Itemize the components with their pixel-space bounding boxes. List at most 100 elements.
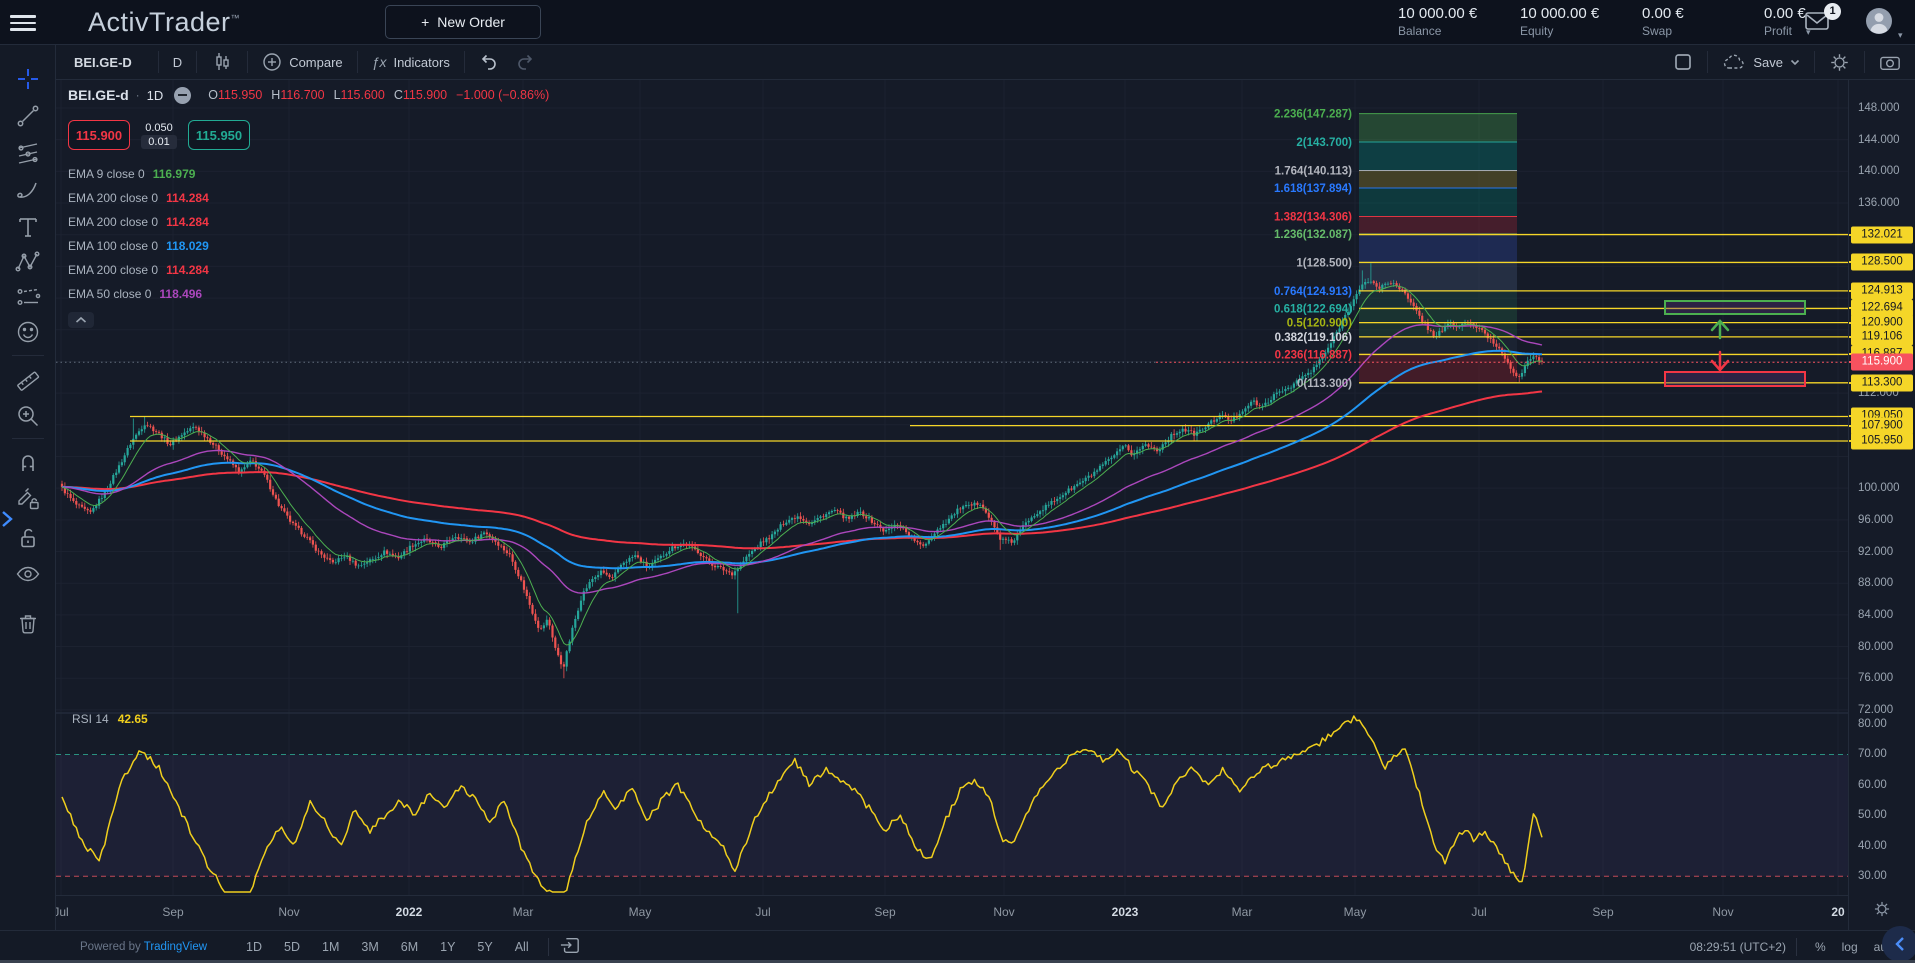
price-tag: 124.913 (1851, 282, 1913, 299)
change-value: −1.000 (−0.86%) (456, 88, 549, 102)
axis-settings-icon[interactable] (1873, 900, 1891, 923)
toolbar-separator (12, 438, 44, 439)
chart-style-button[interactable] (197, 45, 247, 79)
price-scale[interactable]: 148.000144.000140.000136.000112.000100.0… (1848, 80, 1915, 930)
sell-button[interactable]: 115.900 (68, 120, 130, 150)
price-tick-label: 148.000 (1858, 102, 1900, 114)
range-button-1m[interactable]: 1M (313, 937, 348, 957)
interval-button[interactable]: D (159, 45, 196, 79)
legend-symbol[interactable]: BEI.GE-d (68, 87, 129, 103)
indicator-row[interactable]: EMA 200 close 0114.284 (68, 258, 549, 282)
drawing-lock-icon[interactable] (14, 484, 42, 512)
time-tick-label: Sep (874, 905, 895, 919)
rsi-tick-label: 60.00 (1858, 779, 1887, 791)
range-button-1y[interactable]: 1Y (431, 937, 464, 957)
indicator-legend: EMA 9 close 0116.979EMA 200 close 0114.2… (68, 162, 549, 306)
emoji-icon[interactable] (14, 318, 42, 346)
svg-text:2.236(147.287): 2.236(147.287) (1274, 109, 1352, 121)
range-buttons: 1D5D1M3M6M1Y5YAll (237, 937, 538, 957)
indicator-row[interactable]: EMA 50 close 0118.496 (68, 282, 549, 306)
time-axis[interactable]: JulSepNov2022MarMayJulSepNov2023MarMayJu… (56, 895, 1848, 930)
fib-tools-icon[interactable] (14, 139, 42, 167)
indicator-row[interactable]: EMA 100 close 0118.029 (68, 234, 549, 258)
indicator-name: EMA 200 close 0 (68, 215, 158, 229)
lock-icon[interactable] (14, 524, 42, 552)
time-tick-label: 20 (1831, 905, 1844, 919)
indicator-row[interactable]: EMA 200 close 0114.284 (68, 186, 549, 210)
trend-line-icon[interactable] (14, 102, 42, 130)
chart-area[interactable]: 2.236(147.287)2(143.700)1.764(140.113)1.… (56, 80, 1848, 895)
ohlc-key: C (394, 88, 403, 102)
scale-mode-log[interactable]: log (1834, 937, 1866, 957)
price-tag: 113.300 (1851, 374, 1913, 391)
svg-text:0(113.300): 0(113.300) (1297, 378, 1352, 390)
go-to-date-icon[interactable] (559, 935, 581, 960)
plus-icon: + (421, 14, 429, 30)
collapse-legend-button[interactable] (68, 312, 94, 328)
time-tick-label: Sep (162, 905, 183, 919)
object-tree-chevron-icon[interactable] (0, 505, 16, 533)
hide-series-icon[interactable] (174, 87, 191, 104)
app-logo: ActivTrader™ (88, 7, 240, 38)
collapse-panel-button[interactable] (1882, 926, 1915, 962)
ohlc-pair: C115.900 (394, 88, 447, 102)
legend-interval[interactable]: 1D (147, 88, 164, 103)
time-tick-label: Nov (993, 905, 1014, 919)
symbol-tab[interactable]: BEI.GE-D (56, 45, 158, 79)
measure-icon[interactable] (14, 367, 42, 395)
menu-icon[interactable] (10, 11, 36, 33)
stat-label: Swap (1642, 24, 1764, 38)
tradingview-link[interactable]: TradingView (144, 941, 207, 953)
avatar[interactable] (1864, 6, 1894, 36)
range-button-all[interactable]: All (506, 937, 538, 957)
indicators-button[interactable]: ƒx Indicators (358, 45, 464, 79)
new-order-button[interactable]: + New Order (385, 5, 541, 39)
target-box (1665, 372, 1805, 386)
price-tag: 132.021 (1851, 226, 1913, 243)
indicator-row[interactable]: EMA 200 close 0114.284 (68, 210, 549, 234)
magnet-icon[interactable] (14, 449, 42, 477)
eye-icon[interactable] (14, 560, 42, 588)
rsi-tick-label: 40.00 (1858, 840, 1887, 852)
redo-icon[interactable] (513, 45, 549, 79)
compare-button[interactable]: Compare (248, 45, 356, 79)
indicator-value: 114.284 (166, 191, 209, 205)
avatar-caret-icon[interactable]: ▾ (1898, 30, 1903, 41)
target-box (1665, 301, 1805, 314)
svg-text:1.236(132.087): 1.236(132.087) (1274, 229, 1352, 241)
zoom-in-icon[interactable] (14, 402, 42, 430)
toolbar-separator (12, 355, 44, 356)
price-tick-label: 144.000 (1858, 134, 1900, 146)
range-button-1d[interactable]: 1D (237, 937, 271, 957)
text-tool-icon[interactable] (14, 213, 42, 241)
range-button-5y[interactable]: 5Y (468, 937, 501, 957)
layout-button[interactable] (1659, 45, 1707, 79)
xabcd-pattern-icon[interactable] (14, 248, 42, 276)
rsi-legend[interactable]: RSI 14 42.65 (72, 712, 148, 726)
scale-mode-percent[interactable]: % (1807, 937, 1834, 957)
forecast-tool-icon[interactable] (14, 283, 42, 311)
undo-icon[interactable] (465, 45, 513, 79)
spread-lot-column: 0.050 0.01 (136, 122, 182, 149)
buy-button[interactable]: 115.950 (188, 120, 250, 150)
layout-square-icon (1673, 52, 1693, 72)
lot-size[interactable]: 0.01 (141, 135, 176, 149)
brush-icon[interactable] (14, 176, 42, 204)
screenshot-button[interactable] (1865, 45, 1915, 79)
logo-trademark: ™ (231, 13, 241, 23)
indicator-row[interactable]: EMA 9 close 0116.979 (68, 162, 549, 186)
save-button[interactable]: Save (1708, 45, 1814, 79)
range-button-3m[interactable]: 3M (352, 937, 387, 957)
crosshair-icon[interactable] (14, 65, 42, 93)
chart-settings-button[interactable] (1815, 45, 1864, 79)
session-clock[interactable]: 08:29:51 (UTC+2) (1690, 940, 1786, 954)
range-button-6m[interactable]: 6M (392, 937, 427, 957)
time-tick-label: Nov (278, 905, 299, 919)
price-tick-label: 72.000 (1858, 704, 1893, 716)
trash-icon[interactable] (14, 610, 42, 638)
indicator-value: 118.029 (166, 239, 209, 253)
price-tick-label: 92.000 (1858, 546, 1893, 558)
top-bar: ActivTrader™ + New Order 10 000.00 €Bala… (0, 0, 1915, 45)
indicator-name: EMA 9 close 0 (68, 167, 145, 181)
range-button-5d[interactable]: 5D (275, 937, 309, 957)
